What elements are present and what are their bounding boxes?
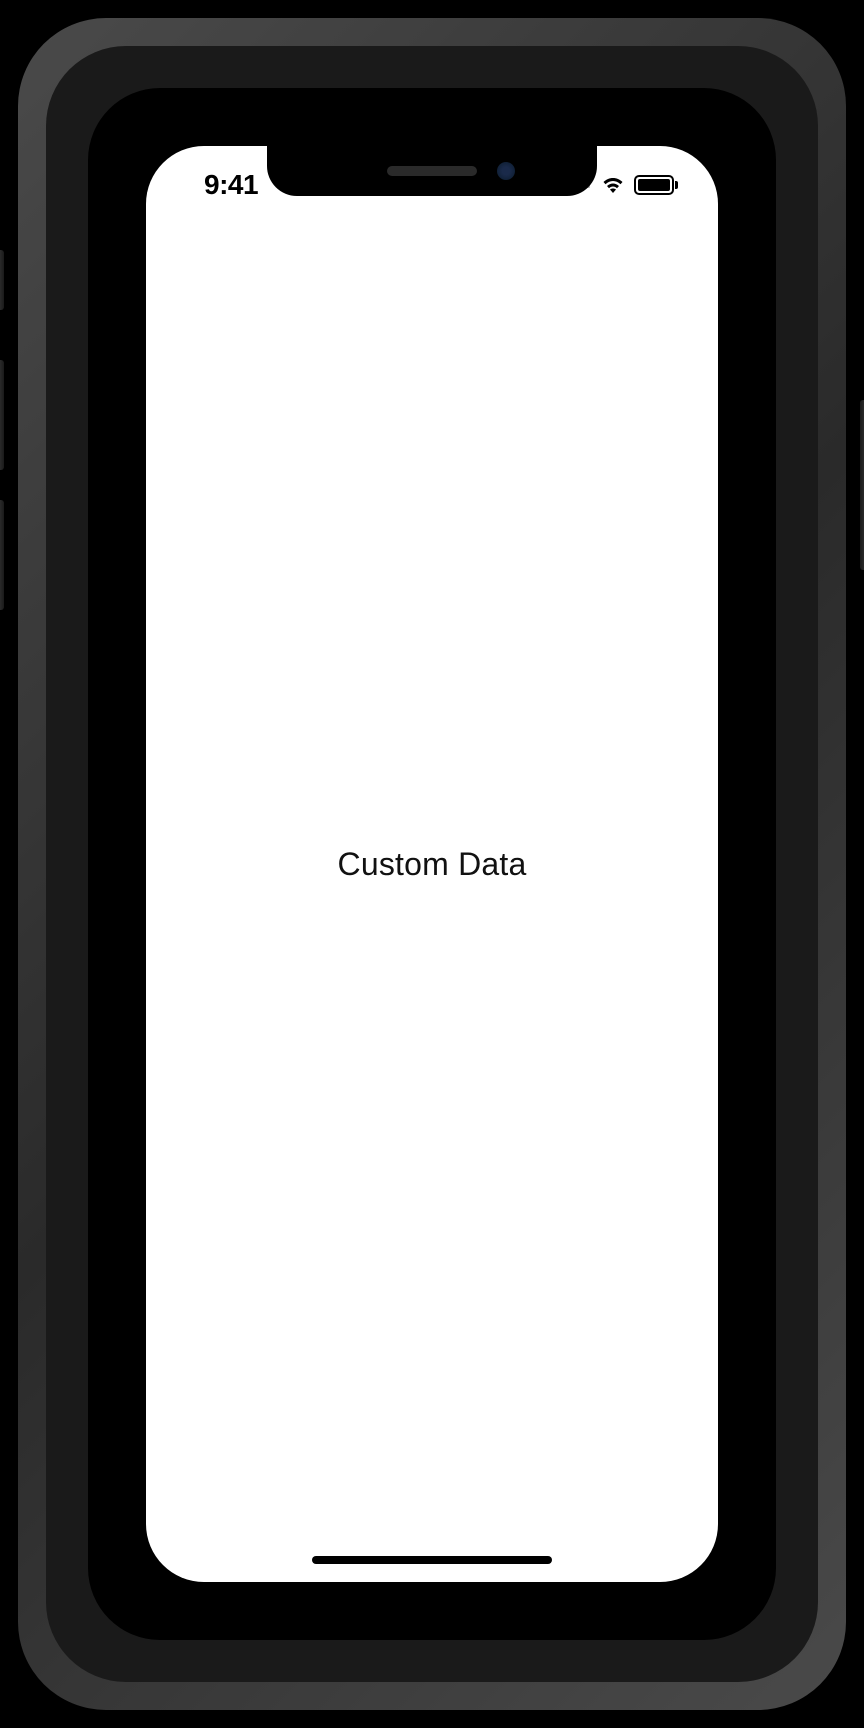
battery-icon — [634, 175, 678, 195]
speaker-grille — [387, 166, 477, 176]
phone-frame: 9:41 — [0, 0, 864, 1728]
home-indicator[interactable] — [312, 1556, 552, 1564]
center-label: Custom Data — [338, 846, 527, 883]
front-camera — [497, 162, 515, 180]
phone-bezel: 9:41 — [88, 88, 776, 1640]
phone-frame-inner: 9:41 — [46, 46, 818, 1682]
volume-up-button[interactable] — [0, 360, 4, 470]
notch — [267, 146, 597, 196]
phone-screen: 9:41 — [146, 146, 718, 1582]
status-time: 9:41 — [176, 169, 258, 201]
volume-down-button[interactable] — [0, 500, 4, 610]
power-button[interactable] — [860, 400, 864, 570]
content-area: Custom Data — [146, 146, 718, 1582]
silence-switch[interactable] — [0, 250, 4, 310]
wifi-icon — [600, 175, 626, 195]
phone-frame-mid: 9:41 — [18, 18, 846, 1710]
